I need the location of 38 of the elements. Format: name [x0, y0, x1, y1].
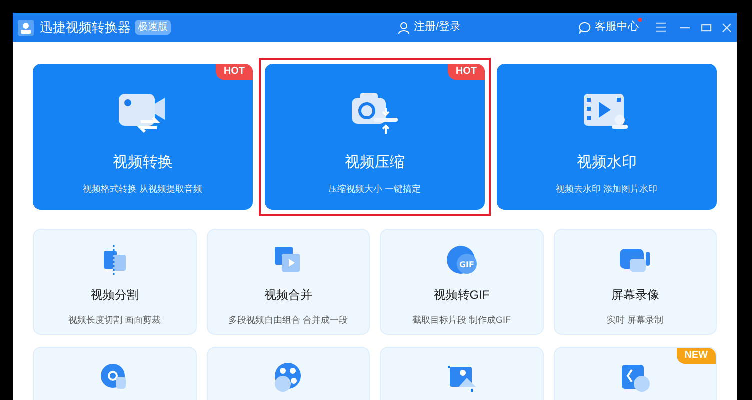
feature-card[interactable]: 视频水印 视频去水印 添加图片水印	[497, 64, 717, 210]
card-title: 视频转换	[113, 153, 173, 173]
login-button[interactable]: 注册/登录	[398, 19, 461, 36]
tool-card[interactable]: 视频分割 视频长度切割 画面剪裁	[33, 229, 196, 335]
card-title: 视频转GIF	[434, 287, 490, 304]
video-camera-icon	[618, 246, 652, 274]
card-subtitle: 截取目标片段 制作成GIF	[412, 314, 511, 327]
card-subtitle: 多段视频自由组合 合并成一段	[228, 314, 348, 327]
maximize-icon[interactable]	[701, 24, 712, 32]
user-icon	[398, 22, 410, 34]
card-title: 视频合并	[264, 287, 312, 304]
app-logo-icon	[18, 20, 34, 36]
card-subtitle: 视频去水印 添加图片水印	[556, 182, 658, 196]
card-subtitle: 视频格式转换 从视频提取音频	[83, 182, 203, 196]
card-title: 屏幕录像	[611, 287, 660, 304]
chat-bubble-icon	[579, 22, 591, 34]
tool-card[interactable]: GIF 视频转GIF 截取目标片段 制作成GIF	[380, 229, 544, 335]
feature-card[interactable]: HOT 视频转换 视频格式转换 从视频提取音频	[33, 64, 253, 210]
tool-card[interactable]: NEW	[554, 347, 717, 400]
app-title: 迅捷视频转换器	[40, 18, 131, 37]
camera-icon	[350, 90, 400, 136]
minimize-icon[interactable]	[679, 26, 691, 28]
tool-card[interactable]: 视频合并 多段视频自由组合 合并成一段	[206, 229, 370, 335]
card-subtitle: 实时 屏幕录制	[606, 314, 664, 327]
close-icon[interactable]	[722, 22, 732, 32]
menu-icon[interactable]	[655, 22, 667, 33]
card-title: 视频水印	[577, 153, 637, 173]
card-subtitle: 压缩视频大小 一键搞定	[328, 182, 422, 196]
tag-badge: HOT	[216, 64, 253, 80]
edition-tag: 极速版	[135, 20, 171, 35]
support-button[interactable]: 客服中心	[579, 19, 639, 36]
card-title: 视频压缩	[345, 153, 405, 173]
tag-badge: HOT	[448, 64, 485, 80]
feature-card[interactable]: HOT 视频压缩 压缩视频大小 一键搞定	[265, 64, 485, 210]
tag-badge: NEW	[676, 348, 716, 364]
card-title: 视频分割	[90, 287, 139, 304]
tool-card[interactable]: 屏幕录像 实时 屏幕录制	[554, 229, 717, 335]
card-subtitle: 视频长度切割 画面剪裁	[68, 314, 161, 327]
